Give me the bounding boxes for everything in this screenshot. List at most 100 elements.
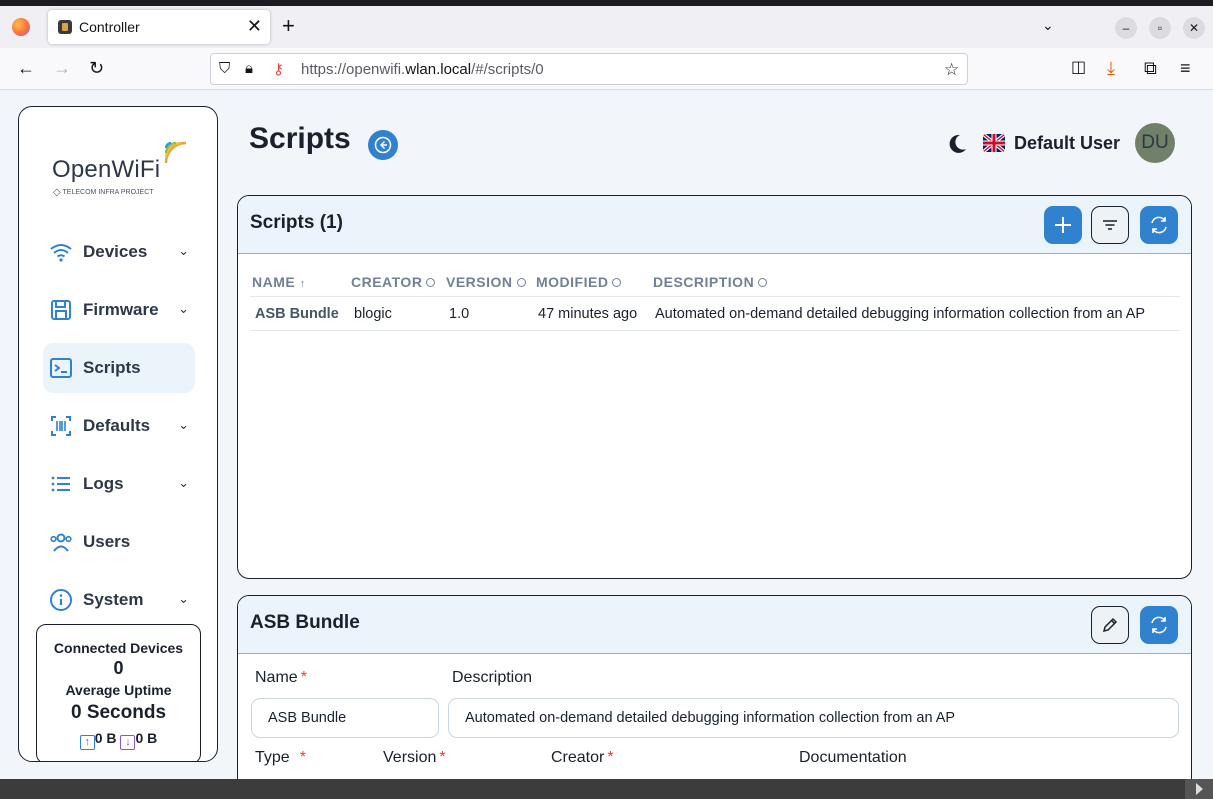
rx-value: 0 B	[135, 730, 158, 746]
list-icon	[51, 476, 70, 492]
sidebar-item-logs[interactable]: Logs ⌄	[43, 459, 195, 509]
average-uptime-value: 0 Seconds	[70, 702, 167, 723]
firefox-icon[interactable]	[12, 18, 30, 36]
sidebar-item-system[interactable]: System ⌄	[43, 575, 195, 625]
tip-logo-icon: ◇	[53, 187, 61, 198]
type-label: Type *	[255, 749, 306, 766]
detail-card-header: ASB Bundle	[238, 596, 1191, 654]
sidebar-item-label: Defaults	[83, 416, 151, 435]
traffic-row: ↑ 0 B ↓ 0 B	[37, 730, 200, 750]
sidebar-item-devices[interactable]: Devices ⌄	[43, 227, 195, 277]
sort-icon	[758, 278, 768, 287]
download-icon: ↓	[120, 735, 136, 750]
browser-navbar: ← → ↻ ⛉ 🔒︎ ⚷ https://openwifi.wlan.local…	[0, 48, 1213, 90]
page-title: Scripts	[249, 122, 351, 155]
cell-version: 1.0	[449, 306, 470, 322]
horizontal-scrollbar[interactable]	[0, 779, 1213, 799]
sidebar-item-firmware[interactable]: Firmware ⌄	[43, 285, 195, 335]
terminal-icon	[50, 358, 72, 378]
sidebar-item-scripts[interactable]: Scripts	[43, 343, 195, 393]
description-label: Description	[452, 669, 533, 686]
chevron-down-icon: ⌄	[178, 417, 189, 432]
column-header-description[interactable]: DESCRIPTION	[653, 274, 768, 290]
extensions-icon[interactable]: ⧉	[1144, 58, 1157, 78]
browser-tab[interactable]: Controller ✕	[48, 10, 270, 44]
sidebar-item-label: Logs	[83, 474, 124, 493]
sort-icon	[516, 278, 526, 287]
stats-panel: Connected Devices 0 Average Uptime 0 Sec…	[36, 624, 201, 761]
cell-modified: 47 minutes ago	[538, 306, 638, 322]
maximize-icon[interactable]: ▫	[1149, 17, 1171, 39]
name-field[interactable]: ASB Bundle	[251, 698, 439, 738]
chevron-down-icon[interactable]: ⌄	[1042, 17, 1054, 34]
column-header-creator[interactable]: CREATOR	[351, 274, 436, 290]
tab-close-icon[interactable]: ✕	[247, 16, 262, 37]
key-icon[interactable]: ⚷	[273, 60, 284, 78]
logo-subtitle: ◇ TELECOM INFRA PROJECT	[53, 187, 154, 198]
window-close-icon[interactable]: ✕	[1183, 17, 1205, 39]
refresh-button[interactable]	[1140, 206, 1178, 244]
edit-button[interactable]	[1091, 606, 1129, 644]
user-name[interactable]: Default User	[1014, 133, 1120, 154]
shield-icon[interactable]: ⛉	[219, 60, 230, 77]
info-icon	[50, 589, 72, 611]
sort-icon	[426, 278, 436, 287]
lock-icon[interactable]: 🔒︎	[245, 60, 253, 77]
minimize-icon[interactable]: –	[1115, 17, 1137, 39]
name-label: Name *	[255, 669, 307, 686]
sidebar-item-label: Firmware	[83, 300, 159, 319]
column-header-name[interactable]: NAME ↑	[252, 274, 306, 290]
cell-description: Automated on-demand detailed debugging i…	[655, 306, 1146, 322]
scroll-right-icon[interactable]	[1185, 779, 1213, 799]
url-text[interactable]: https://openwifi.wlan.local/#/scripts/0	[301, 61, 544, 78]
script-detail-card: ASB Bundle Name * Description ASB Bundle …	[237, 595, 1192, 779]
reload-icon[interactable]: ↻	[89, 58, 104, 78]
back-button[interactable]	[368, 130, 398, 160]
table-row[interactable]: ASB Bundle blogic 1.0 47 minutes ago Aut…	[250, 296, 1180, 331]
connected-devices-label: Connected Devices	[53, 640, 184, 656]
documentation-label: Documentation	[799, 749, 907, 766]
logo-text: OpenWiFi	[52, 156, 161, 183]
avatar[interactable]: DU	[1135, 123, 1175, 163]
connected-devices-value: 0	[113, 658, 124, 678]
tx-value: 0 B	[94, 730, 117, 746]
url-bar[interactable]: ⛉ 🔒︎ ⚷ https://openwifi.wlan.local/#/scr…	[210, 53, 968, 85]
column-header-modified[interactable]: MODIFIED	[536, 274, 622, 290]
forward-arrow-icon[interactable]: →	[53, 58, 71, 78]
scripts-card-title: Scripts (1)	[250, 212, 343, 233]
sidebar-item-defaults[interactable]: Defaults ⌄	[43, 401, 195, 451]
floppy-icon	[51, 300, 71, 320]
arrow-left-circle-icon	[374, 136, 392, 154]
new-tab-icon[interactable]: +	[282, 15, 295, 37]
chevron-down-icon: ⌄	[178, 475, 189, 490]
sidebar-item-label: System	[83, 590, 144, 609]
sidebar-item-users[interactable]: Users	[43, 517, 195, 567]
moon-icon[interactable]	[946, 133, 968, 155]
scripts-card: Scripts (1) NAME ↑ CREATOR VERSION MODIF…	[237, 195, 1192, 579]
refresh-button[interactable]	[1140, 606, 1178, 644]
add-script-button[interactable]	[1044, 206, 1082, 244]
uk-flag-icon[interactable]	[983, 134, 1005, 152]
downloads-icon[interactable]: ⤓	[1107, 58, 1115, 78]
wifi-icon	[50, 244, 72, 262]
pocket-icon[interactable]: ◫	[1071, 58, 1086, 78]
back-arrow-icon[interactable]: ←	[17, 58, 35, 78]
users-icon	[50, 533, 72, 552]
chevron-down-icon: ⌄	[178, 591, 189, 606]
creator-label: Creator *	[551, 749, 614, 766]
description-field[interactable]: Automated on-demand detailed debugging i…	[448, 698, 1179, 738]
refresh-icon	[1151, 616, 1167, 634]
barcode-icon	[51, 416, 71, 436]
sort-asc-icon: ↑	[299, 278, 306, 290]
cell-name[interactable]: ASB Bundle	[255, 306, 339, 322]
refresh-icon	[1151, 216, 1167, 234]
filter-button[interactable]	[1091, 206, 1129, 244]
logo-signal-icon	[164, 141, 187, 164]
bookmark-star-icon[interactable]: ☆	[944, 60, 959, 80]
tab-title: Controller	[79, 19, 140, 35]
tab-favicon-icon	[58, 20, 72, 34]
column-header-version[interactable]: VERSION	[446, 274, 526, 290]
menu-hamburger-icon[interactable]: ≡	[1180, 58, 1191, 78]
sidebar-item-label: Users	[83, 532, 131, 551]
detail-card-title: ASB Bundle	[250, 612, 360, 633]
